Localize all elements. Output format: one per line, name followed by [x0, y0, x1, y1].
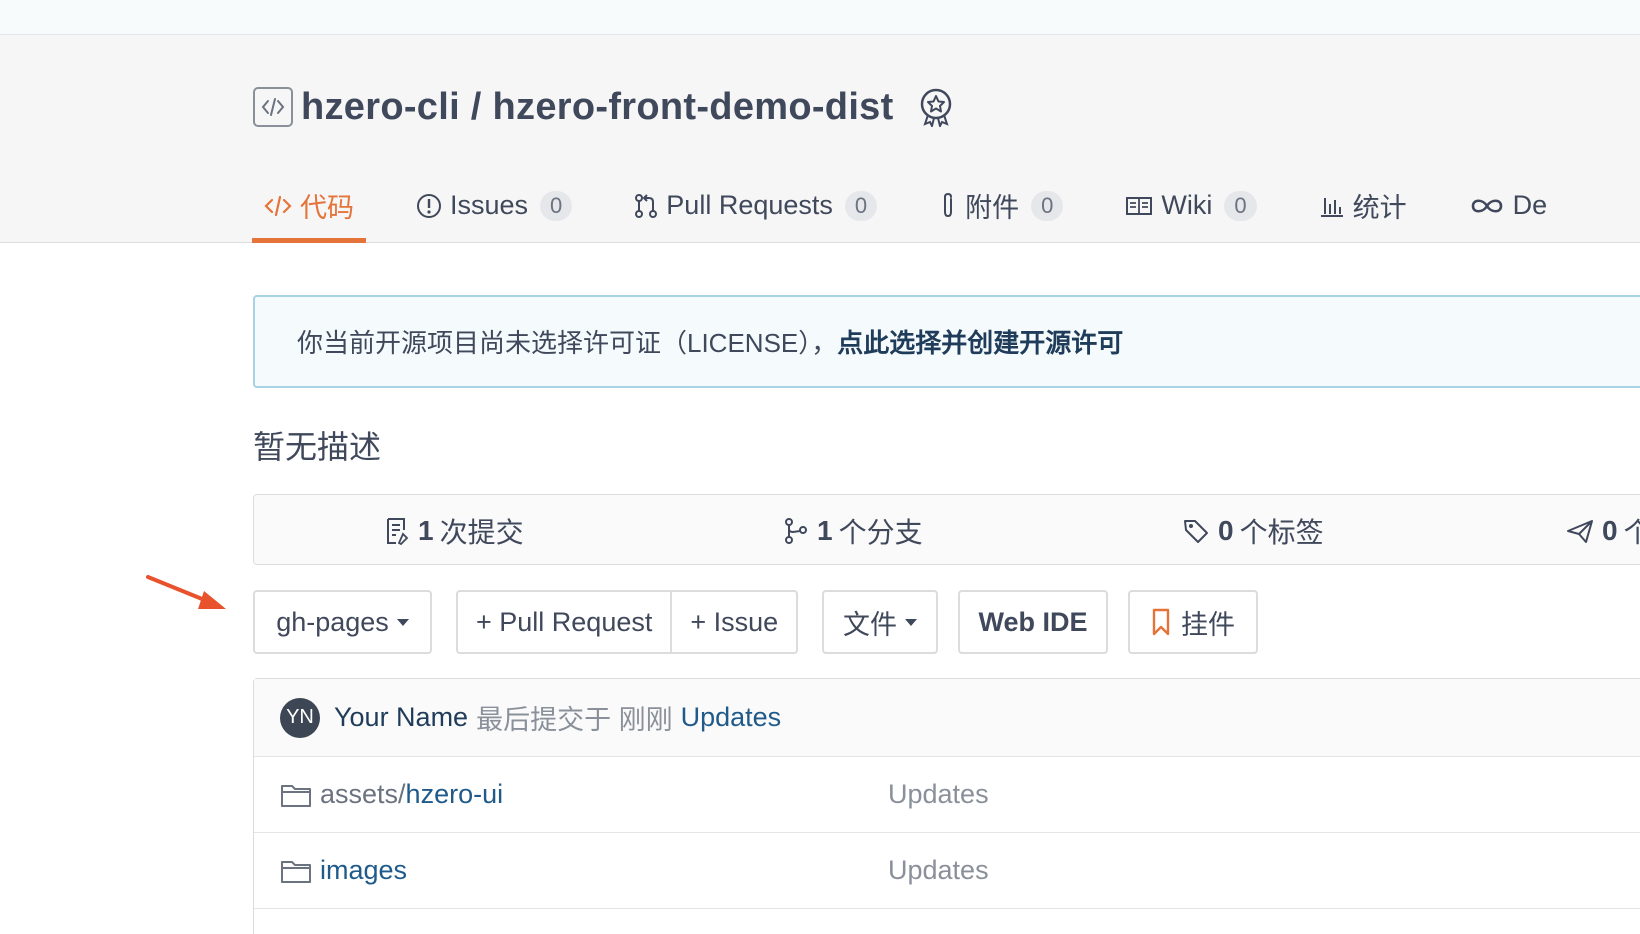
stat-commits-count: 1	[418, 514, 434, 546]
stat-tags[interactable]: 0 个标签	[1182, 495, 1324, 566]
tag-icon	[1182, 517, 1210, 545]
stat-branches-count: 1	[817, 514, 833, 546]
tab-statistics[interactable]: 统计	[1307, 168, 1419, 243]
stat-releases-count: 0	[1602, 514, 1618, 546]
license-notice: 你当前开源项目尚未选择许可证（LICENSE）， 点此选择并创建开源许可	[253, 295, 1640, 388]
folder-icon	[280, 857, 312, 885]
tab-devops[interactable]: De	[1457, 168, 1560, 243]
stat-releases[interactable]: 0 个	[1566, 495, 1640, 566]
tab-statistics-label: 统计	[1352, 193, 1407, 223]
tab-attachments-count: 0	[1031, 190, 1064, 221]
folder-icon	[280, 781, 312, 809]
tab-pull-requests[interactable]: Pull Requests 0	[622, 168, 889, 243]
new-pull-request-button[interactable]: + Pull Request	[458, 592, 670, 652]
tab-issues-label: Issues	[450, 190, 529, 220]
stat-branches[interactable]: 1 个分支	[783, 495, 923, 566]
tab-code[interactable]: 代码	[252, 168, 366, 243]
bookmark-icon	[1151, 608, 1171, 636]
file-commit-message[interactable]: Updates	[888, 855, 989, 886]
new-issue-button[interactable]: + Issue	[670, 592, 796, 652]
tab-wiki-count: 0	[1224, 190, 1257, 221]
files-dropdown-label: 文件	[843, 609, 897, 640]
stat-branches-label: 个分支	[838, 516, 923, 548]
create-license-link[interactable]: 点此选择并创建开源许可	[837, 323, 1123, 360]
paperclip-icon	[939, 192, 957, 220]
commit-icon	[384, 516, 410, 546]
file-name-link[interactable]: images	[320, 855, 407, 886]
recommended-badge-icon[interactable]	[916, 86, 956, 128]
issue-icon	[416, 193, 442, 219]
tab-wiki[interactable]: Wiki 0	[1113, 168, 1268, 243]
repo-name[interactable]: hzero-front-demo-dist	[493, 86, 894, 128]
commit-message-link[interactable]: Updates	[681, 702, 782, 733]
table-row[interactable]: images Updates	[254, 833, 1640, 909]
release-icon	[1566, 517, 1594, 545]
tab-code-label: 代码	[300, 193, 354, 223]
tab-attachments-label: 附件	[965, 193, 1020, 223]
stat-commits-label: 次提交	[439, 516, 524, 548]
file-path-prefix[interactable]: assets/	[320, 779, 406, 810]
tab-wiki-label: Wiki	[1161, 190, 1213, 220]
tab-issues[interactable]: Issues 0	[404, 168, 584, 243]
repo-tabs: 代码 Issues 0 Pull Requests 0 附件 0 Wiki 0 …	[252, 168, 1597, 243]
stat-tags-label: 个标签	[1239, 516, 1324, 548]
annotation-arrow-icon	[146, 575, 226, 609]
branch-icon	[783, 516, 809, 546]
table-row[interactable]: assets/ hzero-ui Updates	[254, 757, 1640, 833]
chevron-down-icon	[905, 618, 917, 626]
widget-button-label: 挂件	[1181, 609, 1235, 640]
pr-issue-button-group: + Pull Request + Issue	[456, 590, 799, 654]
repo-stats-bar: 1 次提交 1 个分支 0 个标签 0 个	[253, 494, 1640, 565]
repo-description: 暂无描述	[253, 429, 382, 465]
repo-full-name[interactable]: hzero-cli / hzero-front-demo-dist	[301, 86, 894, 129]
chevron-down-icon	[396, 618, 409, 626]
code-icon	[264, 194, 292, 218]
code-repo-icon	[253, 87, 293, 127]
file-commit-message[interactable]: Updates	[888, 779, 989, 810]
stat-commits[interactable]: 1 次提交	[384, 495, 524, 566]
tab-attachments[interactable]: 附件 0	[927, 168, 1075, 243]
avatar[interactable]: YN	[280, 697, 320, 738]
commit-meta: 最后提交于 刚刚	[476, 705, 673, 735]
files-dropdown-button[interactable]: 文件	[822, 590, 938, 654]
tab-pull-requests-count: 0	[844, 190, 878, 221]
tab-issues-count: 0	[540, 190, 573, 221]
file-browser: YN Your Name 最后提交于 刚刚 Updates assets/ hz…	[253, 678, 1640, 934]
license-notice-text: 你当前开源项目尚未选择许可证（LICENSE），	[297, 328, 838, 358]
tab-pull-requests-label: Pull Requests	[666, 190, 833, 220]
book-icon	[1125, 195, 1153, 217]
stat-tags-count: 0	[1218, 514, 1234, 546]
widget-button[interactable]: 挂件	[1128, 590, 1258, 654]
infinity-icon	[1469, 196, 1505, 216]
branch-select-label: gh-pages	[276, 606, 389, 637]
repo-separator: /	[459, 85, 493, 128]
file-name-link[interactable]: hzero-ui	[406, 779, 504, 810]
stat-releases-label: 个	[1623, 516, 1640, 548]
latest-commit-row: YN Your Name 最后提交于 刚刚 Updates	[254, 679, 1640, 757]
repo-owner[interactable]: hzero-cli	[301, 86, 460, 128]
web-ide-button[interactable]: Web IDE	[958, 590, 1108, 654]
repo-title: hzero-cli / hzero-front-demo-dist	[253, 86, 956, 128]
tab-devops-label: De	[1512, 190, 1548, 220]
commit-author[interactable]: Your Name	[334, 702, 468, 733]
top-navigation-bar	[0, 0, 1640, 35]
bar-chart-icon	[1319, 194, 1345, 218]
branch-select[interactable]: gh-pages	[253, 590, 432, 654]
pull-request-icon	[634, 193, 658, 219]
